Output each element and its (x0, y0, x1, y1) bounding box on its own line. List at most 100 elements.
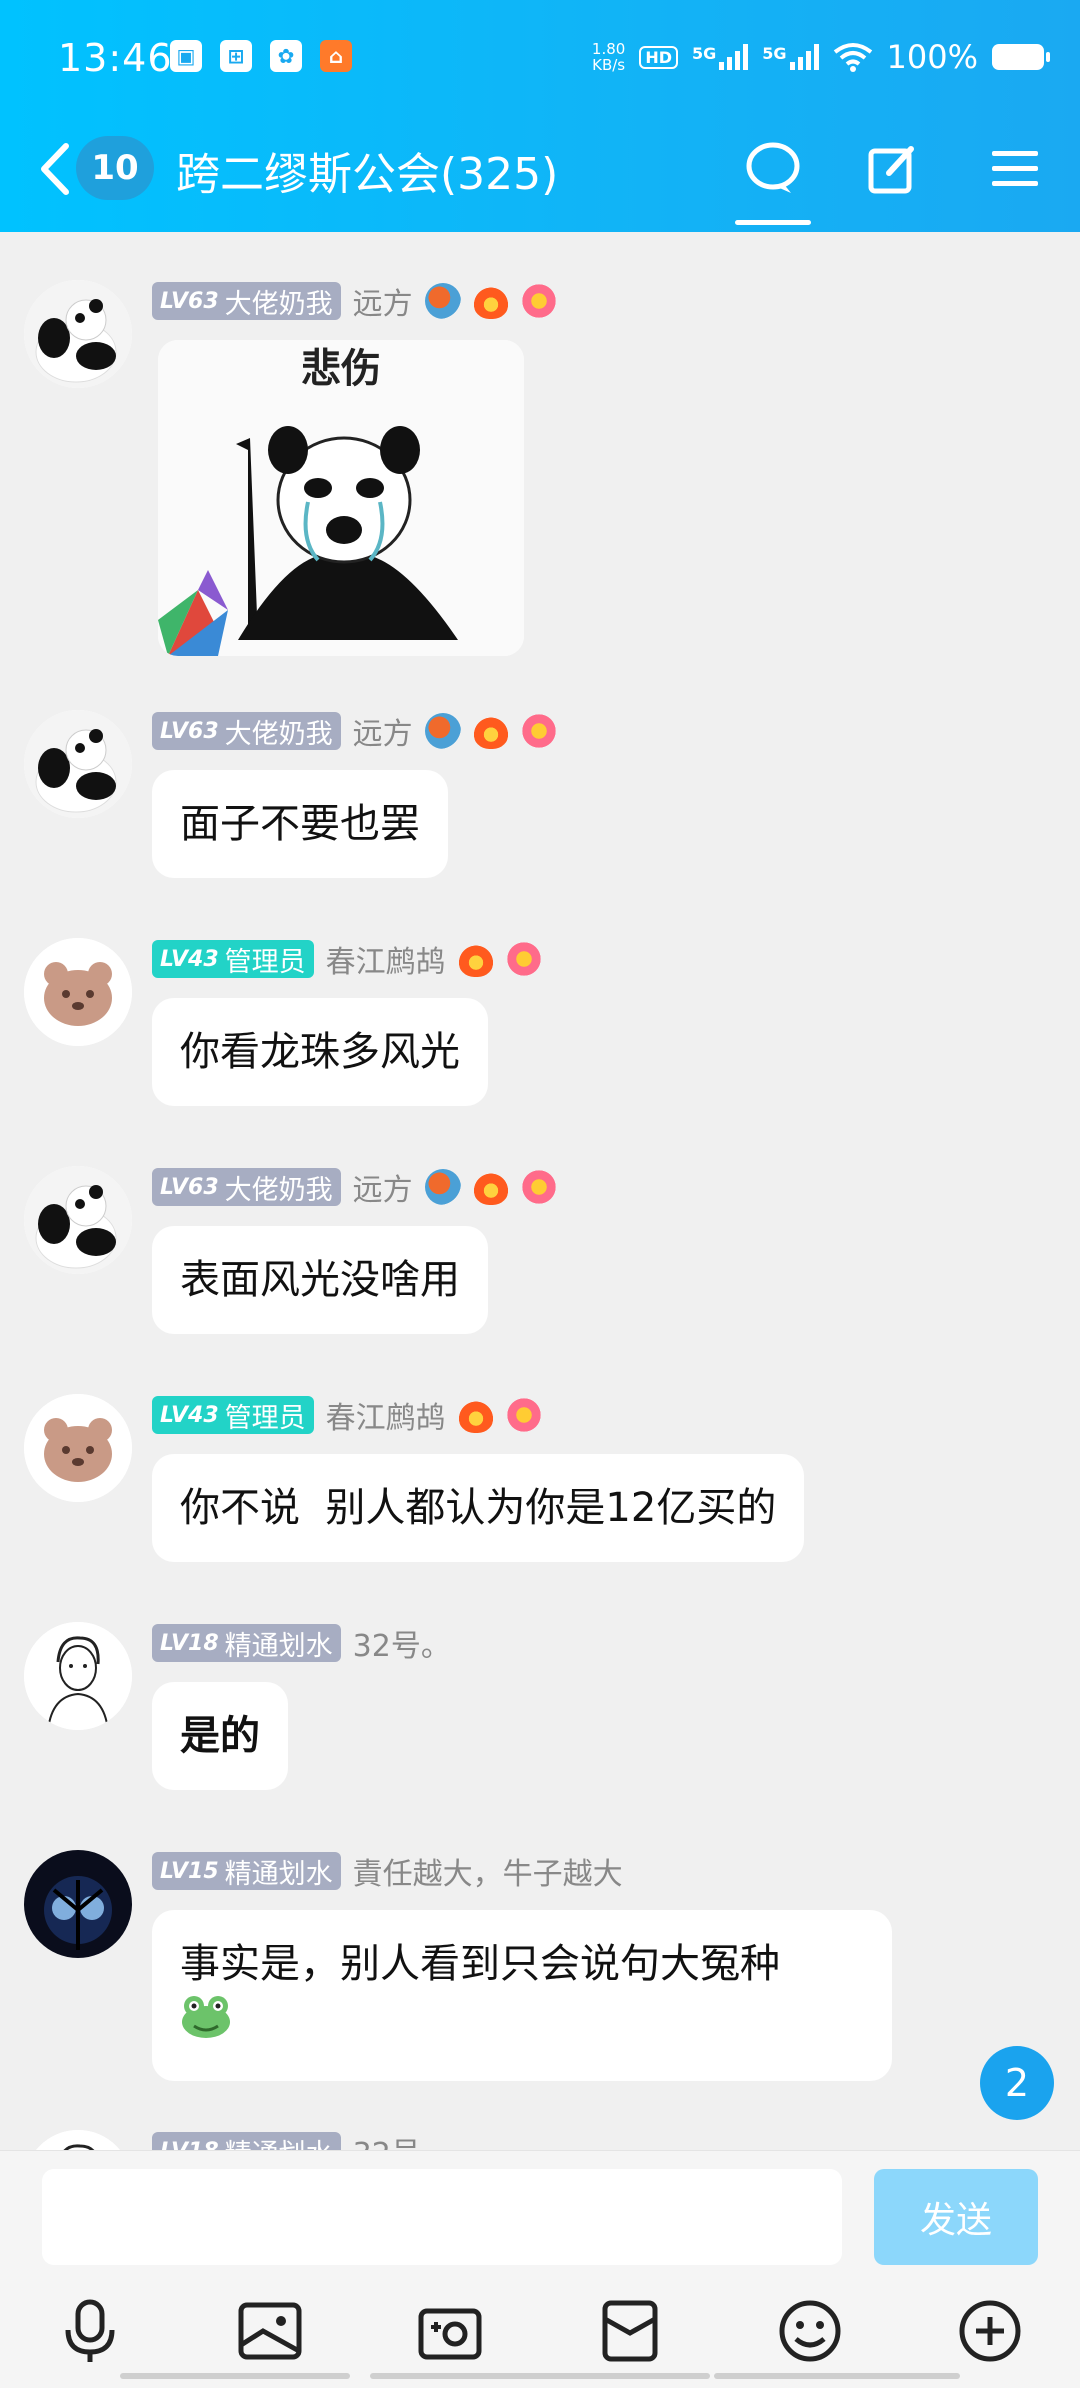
send-button[interactable]: 发送 (874, 2169, 1038, 2265)
fire-icon (472, 713, 509, 749)
member-title: 管理员 (224, 1402, 306, 1434)
message-input[interactable] (42, 2169, 842, 2265)
input-area: 发送 (0, 2150, 1080, 2388)
message-meta: LV15 精通划水 責任越大，牛子越大 (152, 1850, 623, 1892)
avatar-sketch[interactable] (24, 2130, 132, 2150)
signal-1-icon: 5G (691, 44, 749, 70)
level-text: LV15 (160, 1858, 219, 1884)
message-list[interactable]: LV63 大佬奶我 远方 悲伤 LV63 大佬奶我 远方 面子不要也罢 LV43… (0, 232, 1080, 2150)
edit-icon[interactable] (858, 134, 928, 204)
level-badge: LV63 大佬奶我 (152, 712, 341, 750)
avatar-sketch[interactable] (24, 1622, 132, 1730)
gift-icon: ⊞ (220, 40, 252, 72)
level-text: LV63 (160, 718, 219, 744)
member-title: 大佬奶我 (224, 1174, 333, 1206)
avatar-bear[interactable] (24, 1394, 132, 1502)
avatar-panda[interactable] (24, 710, 132, 818)
back-icon[interactable] (30, 134, 80, 204)
taobao-icon: ⌂ (320, 40, 352, 72)
signal-2-label: 5G (762, 44, 787, 63)
avatar-panda[interactable] (24, 280, 132, 388)
sender-nickname[interactable]: 春江鹧鸪 (326, 1393, 446, 1437)
hd-icon: HD (639, 45, 678, 69)
sender-nickname[interactable]: 32号。 (353, 2129, 451, 2150)
message-bubble[interactable]: 面子不要也罢 (152, 770, 448, 878)
sender-nickname[interactable]: 春江鹧鸪 (326, 937, 446, 981)
signal-1-label: 5G (691, 44, 717, 63)
battery-icon (992, 44, 1050, 70)
message-meta: LV43 管理员 春江鹧鸪 (152, 938, 542, 980)
toolbar-divider (120, 2373, 350, 2379)
dragon-icon (424, 713, 461, 749)
menu-icon[interactable] (980, 134, 1050, 204)
level-text: LV18 (160, 1630, 219, 1656)
member-title: 精通划水 (225, 2132, 333, 2151)
sticker-caption: 悲伤 (301, 345, 381, 392)
member-title: 大佬奶我 (224, 718, 333, 750)
admin-badge: LV43 管理员 (152, 940, 314, 978)
flower-icon (505, 1397, 542, 1433)
flower-icon (520, 283, 557, 319)
level-badge: LV63 大佬奶我 (152, 1168, 341, 1206)
page-title[interactable]: 跨二缪斯公会(325) (176, 138, 558, 202)
new-message-count-badge[interactable]: 2 (980, 2046, 1054, 2120)
message-meta: LV18 精通划水 32号。 (152, 1622, 451, 1664)
message-bubble[interactable]: 表面风光没啥用 (152, 1226, 488, 1334)
message-bubble[interactable]: 事实是，别人看到只会说句大冤种 (152, 1910, 892, 2081)
status-time: 13:46 (58, 36, 173, 80)
camera-icon[interactable] (410, 2291, 490, 2371)
avatar-bear[interactable] (24, 938, 132, 1046)
net-speed-unit: KB/s (592, 56, 626, 74)
active-tab-indicator (735, 220, 811, 225)
fire-icon (457, 1397, 494, 1433)
sender-nickname[interactable]: 32号。 (353, 1621, 451, 1665)
plus-icon[interactable] (950, 2291, 1030, 2371)
red-packet-icon[interactable] (590, 2291, 670, 2371)
unread-count-badge[interactable]: 10 (76, 136, 154, 200)
dragon-icon (424, 1169, 461, 1205)
mic-icon[interactable] (50, 2291, 130, 2371)
level-text: LV43 (160, 1402, 219, 1428)
sticker-image[interactable]: 悲伤 (158, 340, 524, 656)
member-title: 精通划水 (224, 1858, 333, 1890)
sender-nickname[interactable]: 責任越大，牛子越大 (353, 1849, 623, 1893)
level-badge: LV63 大佬奶我 (152, 282, 341, 320)
fire-icon (472, 283, 509, 319)
message-bubble[interactable]: 你看龙珠多风光 (152, 998, 488, 1106)
bilibili-icon: ▣ (170, 40, 202, 72)
level-badge: LV15 精通划水 (152, 1852, 341, 1890)
avatar-panda[interactable] (24, 1166, 132, 1274)
frog-emoji-icon (182, 1996, 230, 2038)
net-speed-value: 1.80 (591, 40, 626, 58)
avatar-tree[interactable] (24, 1850, 132, 1958)
flower-icon (505, 941, 542, 977)
message-bubble[interactable]: 你不说 别人都认为你是12亿买的 (152, 1454, 805, 1562)
sender-nickname[interactable]: 远方 (353, 1165, 413, 1209)
baidu-icon: ✿ (270, 40, 302, 72)
battery-percent: 100% (886, 38, 978, 76)
header: 13:46 ▣ ⊞ ✿ ⌂ 1.80 KB/s HD 5G 5G 100% 10… (0, 0, 1080, 232)
sender-nickname[interactable]: 远方 (353, 279, 413, 323)
member-title: 大佬奶我 (224, 288, 333, 320)
fire-icon (472, 1169, 509, 1205)
flower-icon (520, 1169, 557, 1205)
chat-bubble-icon[interactable] (738, 134, 808, 204)
sender-nickname[interactable]: 远方 (353, 709, 413, 753)
system-icons: 1.80 KB/s HD 5G 5G 100% (592, 38, 1050, 76)
member-title: 精通划水 (224, 1630, 333, 1662)
message-meta: LV63 大佬奶我 远方 (152, 710, 557, 752)
message-bubble[interactable]: 是的 (152, 1682, 288, 1790)
level-badge: LV18 精通划水 (152, 1624, 341, 1662)
image-icon[interactable] (230, 2291, 310, 2371)
toolbar-divider (714, 2373, 960, 2379)
message-text: 事实是，别人看到只会说句大冤种 (180, 1941, 780, 1987)
message-meta: LV63 大佬奶我 远方 (152, 1166, 557, 1208)
level-text: LV63 (160, 288, 219, 314)
net-speed: 1.80 KB/s (592, 41, 625, 73)
level-text: LV18 (160, 2139, 219, 2151)
signal-2-icon: 5G (762, 44, 819, 70)
message-meta: LV18 精通划水 32号。 (152, 2130, 451, 2150)
level-badge: LV18 精通划水 (152, 2132, 341, 2150)
emoji-icon[interactable] (770, 2291, 850, 2371)
flower-icon (520, 713, 557, 749)
